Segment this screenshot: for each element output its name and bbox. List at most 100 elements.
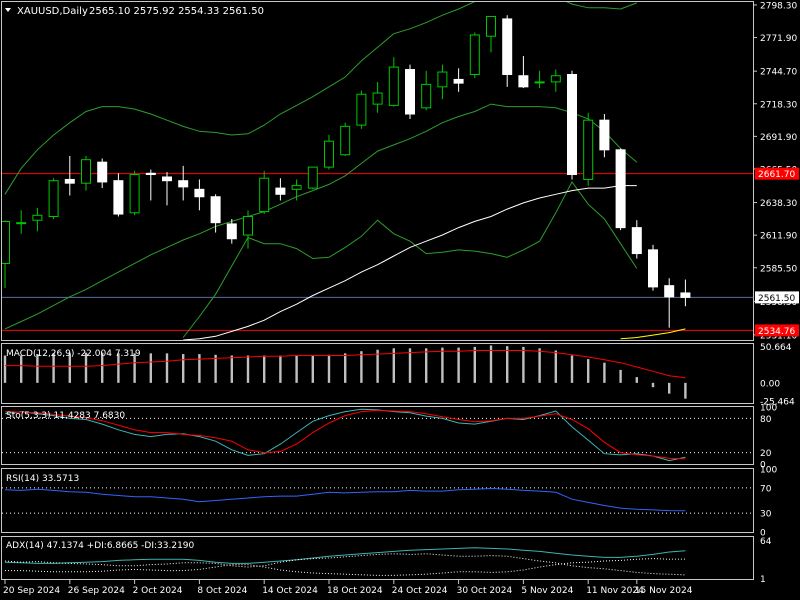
candle-body: [178, 180, 189, 188]
macd-histogram-bar: [311, 355, 314, 383]
price-tick-label: 2718.30: [760, 100, 797, 110]
candle-body: [64, 178, 75, 184]
candle: [469, 32, 480, 79]
candle: [615, 148, 626, 231]
macd-histogram-bar: [246, 355, 250, 383]
candle-body: [226, 223, 237, 240]
stoch-tick-label: 20: [760, 449, 772, 459]
symbol-label: XAUUSD,Daily: [17, 6, 88, 17]
macd-histogram-bar: [182, 354, 185, 383]
candle-body: [680, 292, 691, 298]
macd-histogram-bar: [651, 382, 655, 388]
price-label-text: 2661.70: [758, 170, 795, 180]
candle-body: [129, 174, 140, 214]
date-tick-label: 8 Oct 2024: [197, 586, 247, 596]
candle-body: [421, 83, 432, 109]
price-tick-label: 2744.70: [760, 68, 797, 78]
macd-title: MACD(12,26,9) -22.004 7.319: [6, 349, 141, 359]
macd-histogram-bar: [522, 346, 525, 383]
macd-histogram-bar: [570, 355, 574, 383]
candle-body: [243, 216, 253, 236]
candle-body: [486, 15, 496, 37]
candle-body: [324, 140, 334, 168]
date-tick-label: 15 Nov 2024: [635, 586, 693, 596]
candle-body: [388, 66, 399, 106]
candle-body: [469, 34, 480, 75]
adx-title: ADX(14) 47.1374 +DI:6.8665 -DI:33.2190: [6, 541, 195, 551]
macd-histogram-bar: [506, 346, 509, 383]
candle: [583, 112, 594, 186]
candle-body: [567, 73, 577, 176]
macd-histogram-bar: [489, 345, 493, 383]
candle-body: [550, 75, 561, 83]
candle-body: [372, 92, 383, 105]
date-tick-label: 14 Oct 2024: [262, 586, 318, 596]
macd-histogram-bar: [20, 355, 23, 383]
macd-histogram-bar: [376, 349, 379, 383]
candle-body: [437, 71, 448, 88]
candle-body: [113, 180, 124, 215]
candle-body: [32, 214, 43, 221]
candle-body: [162, 176, 172, 182]
candle-body: [502, 18, 513, 75]
macd-histogram-bar: [408, 348, 412, 383]
macd-histogram-bar: [279, 355, 282, 383]
candle-body: [518, 75, 529, 88]
candle-body: [631, 227, 642, 255]
candle-body: [275, 187, 286, 195]
date-tick-label: 18 Oct 2024: [327, 586, 383, 596]
price-label-text: 2534.76: [758, 327, 795, 337]
macd-histogram-bar: [668, 382, 671, 394]
macd-histogram-bar: [603, 362, 606, 383]
ohlc-label: 2565.10 2575.92 2554.33 2561.50: [89, 6, 264, 17]
candle-body: [615, 149, 626, 229]
candle: [567, 70, 577, 180]
macd-histogram-bar: [344, 353, 347, 383]
macd-histogram-bar: [473, 346, 476, 383]
date-tick-label: 2 Oct 2024: [133, 586, 183, 596]
price-tick-label: 2798.30: [760, 1, 797, 11]
candle-body: [145, 172, 156, 176]
macd-histogram-bar: [619, 369, 622, 383]
macd-histogram-bar: [635, 377, 638, 383]
rsi-tick-label: 70: [760, 484, 772, 494]
adx-tick-label: 1: [760, 575, 766, 585]
rsi-tick-label: 30: [760, 510, 772, 520]
date-tick-label: 26 Sep 2024: [68, 586, 125, 596]
candle-body: [583, 119, 594, 180]
macd-histogram-bar: [360, 351, 363, 383]
candle-body: [405, 69, 415, 115]
macd-histogram-bar: [214, 354, 217, 383]
candle-body: [194, 188, 205, 198]
date-tick-label: 20 Sep 2024: [3, 586, 60, 596]
candle: [340, 122, 351, 156]
macd-histogram-bar: [587, 359, 590, 383]
stoch-tick-label: 100: [760, 404, 777, 414]
macd-histogram-bar: [230, 355, 233, 383]
date-tick-label: 5 Nov 2024: [521, 586, 573, 596]
price-tick-label: 2611.90: [760, 232, 797, 242]
rsi-tick-label: 100: [760, 466, 777, 476]
candle-body: [97, 161, 108, 183]
candle-body: [648, 249, 658, 288]
macd-histogram-bar: [684, 382, 687, 399]
price-tick-label: 2771.90: [760, 34, 797, 44]
candle: [129, 170, 140, 216]
macd-histogram-bar: [425, 348, 428, 383]
candle-body: [599, 119, 610, 151]
macd-histogram-bar: [554, 350, 557, 383]
stoch-tick-label: 80: [760, 415, 772, 425]
macd-histogram-bar: [149, 353, 152, 383]
candle-body: [356, 93, 367, 126]
candle-body: [16, 222, 27, 225]
trading-chart: 2798.302771.902744.702718.302691.902665.…: [0, 0, 800, 600]
candle-body: [307, 166, 318, 189]
macd-histogram-bar: [165, 353, 169, 383]
candle: [356, 90, 367, 129]
price-tick-label: 2691.90: [760, 133, 797, 143]
candle: [405, 64, 415, 119]
macd-tick-label: 0.00: [760, 379, 780, 389]
candle: [307, 166, 318, 190]
chart-header: XAUUSD,Daily 2565.10 2575.92 2554.33 256…: [5, 6, 264, 17]
date-tick-label: 30 Oct 2024: [457, 586, 513, 596]
